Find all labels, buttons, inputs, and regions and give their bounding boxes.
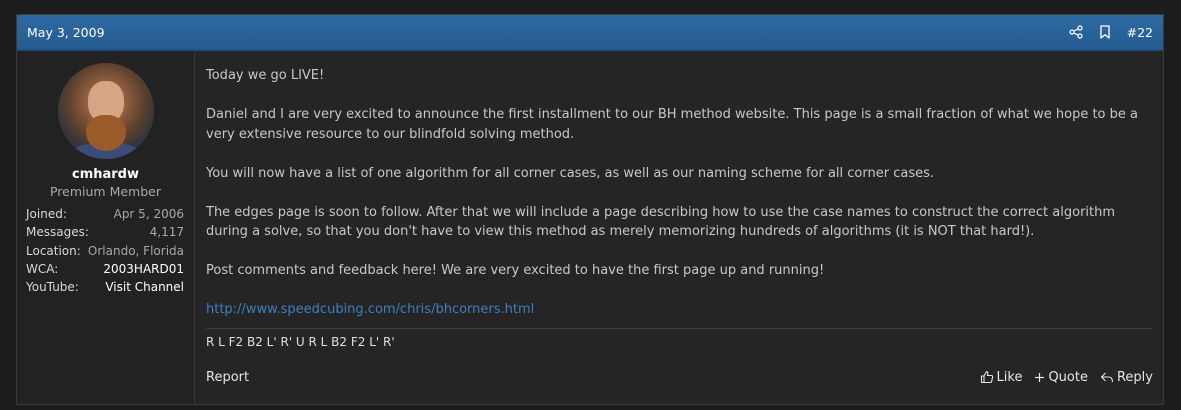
stat-location: Location: Orlando, Florida <box>26 242 184 260</box>
reply-label: Reply <box>1116 369 1153 385</box>
stat-wca: WCA: 2003HARD01 <box>26 260 184 278</box>
thumbs-up-icon <box>980 371 993 384</box>
message-paragraph: Today we go LIVE! <box>206 68 325 83</box>
bhcorners-link[interactable]: http://www.speedcubing.com/chris/bhcorne… <box>206 302 534 317</box>
message-content: Today we go LIVE! Daniel and I are very … <box>195 51 1163 404</box>
message-paragraph: Daniel and I are very excited to announc… <box>206 107 1138 142</box>
stat-value: Apr 5, 2006 <box>113 207 184 221</box>
like-label: Like <box>996 369 1023 385</box>
post-date[interactable]: May 3, 2009 <box>27 25 1053 40</box>
user-sidebar: cmhardw Premium Member Joined: Apr 5, 20… <box>17 51 195 404</box>
post-actions: Report Like Quote Reply <box>206 368 1153 388</box>
message-paragraph: The edges page is soon to follow. After … <box>206 204 1116 240</box>
bookmark-icon <box>1099 25 1110 39</box>
stat-label: YouTube: <box>26 280 79 295</box>
message-paragraph: You will now have a list of one algorith… <box>206 165 934 181</box>
report-button[interactable]: Report <box>206 368 968 388</box>
post-number[interactable]: #22 <box>1127 25 1153 40</box>
post: May 3, 2009 #22 cmhardw Premium Member J… <box>16 14 1164 405</box>
stat-value[interactable]: 4,117 <box>150 223 184 241</box>
stat-youtube: YouTube: Visit Channel <box>26 278 184 296</box>
share-button[interactable] <box>1069 25 1083 39</box>
post-body: cmhardw Premium Member Joined: Apr 5, 20… <box>17 51 1163 404</box>
username[interactable]: cmhardw <box>17 167 194 182</box>
like-button[interactable]: Like <box>980 368 1023 388</box>
stat-messages: Messages: 4,117 <box>26 223 184 241</box>
stat-label: Joined: <box>26 207 67 221</box>
bookmark-button[interactable] <box>1099 25 1111 39</box>
youtube-channel-link[interactable]: Visit Channel <box>105 278 184 296</box>
signature: R L F2 B2 L' R' U R L B2 F2 L' R' <box>206 334 395 349</box>
stat-label: Messages: <box>26 225 89 240</box>
user-title: Premium Member <box>49 184 161 199</box>
stat-value[interactable]: Orlando, Florida <box>88 242 184 260</box>
reply-icon <box>1100 372 1114 382</box>
stat-joined: Joined: Apr 5, 2006 <box>26 205 184 223</box>
signature-divider <box>206 327 1153 329</box>
stat-label: WCA: <box>26 261 59 276</box>
message-paragraph: Post comments and feedback here! We are … <box>206 263 825 278</box>
avatar[interactable] <box>57 63 154 159</box>
plus-icon <box>1035 372 1045 382</box>
stat-label: Location: <box>26 243 81 258</box>
user-stats: Joined: Apr 5, 2006 Messages: 4,117 Loca… <box>26 205 184 296</box>
wca-id-link[interactable]: 2003HARD01 <box>103 260 184 278</box>
reply-button[interactable]: Reply <box>1100 368 1153 388</box>
post-header: May 3, 2009 #22 <box>17 15 1163 51</box>
quote-label: Quote <box>1048 369 1088 385</box>
share-icon <box>1069 25 1083 39</box>
quote-button[interactable]: Quote <box>1034 368 1088 388</box>
